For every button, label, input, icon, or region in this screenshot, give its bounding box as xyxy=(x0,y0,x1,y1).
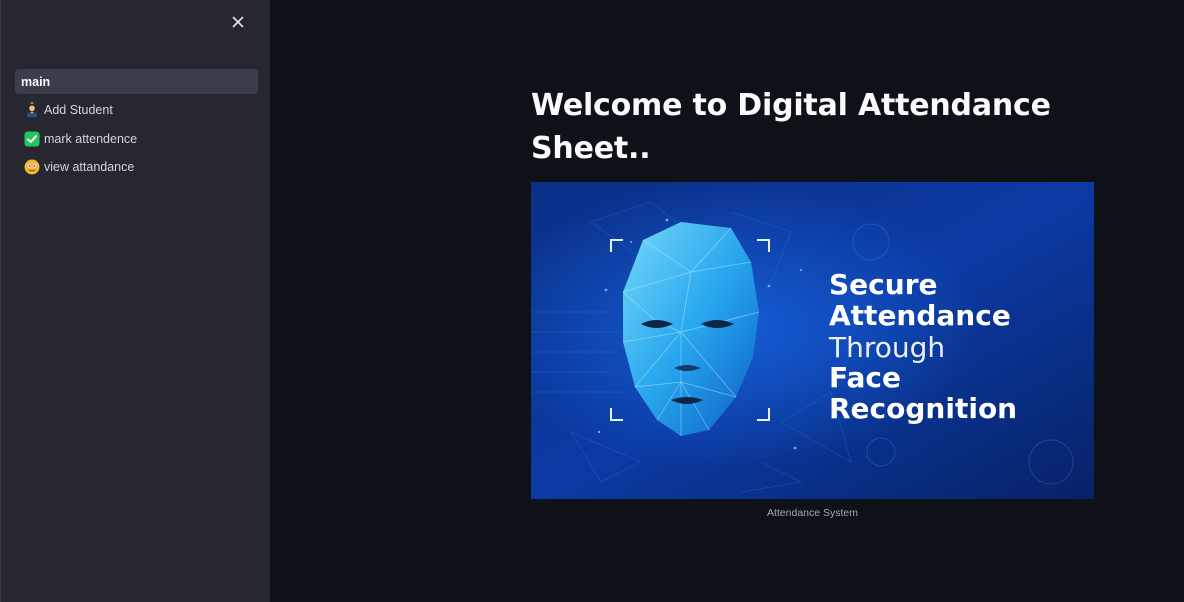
page-title: Welcome to Digital Attendance Sheet.. xyxy=(531,88,1051,166)
page-navigation: main Add Student mark attendence view at… xyxy=(15,69,258,183)
nav-item-view-attandance[interactable]: view attandance xyxy=(15,155,258,180)
nav-item-main[interactable]: main xyxy=(15,69,258,94)
sidebar: main Add Student mark attendence view at… xyxy=(0,0,270,602)
nav-item-label: Add Student xyxy=(44,103,113,117)
hero-line-4: Face xyxy=(829,361,901,394)
nav-item-mark-attendence[interactable]: mark attendence xyxy=(15,126,258,151)
student-icon xyxy=(24,102,40,118)
nav-item-label: mark attendence xyxy=(44,131,138,146)
main-content: Welcome to Digital Attendance Sheet.. Se… xyxy=(270,0,1184,602)
smiley-icon xyxy=(24,159,40,175)
image-caption: Attendance System xyxy=(766,507,859,519)
nav-item-label: view attandance xyxy=(44,160,135,174)
nav-item-label: main xyxy=(21,74,51,89)
app: main Add Student mark attendence view at… xyxy=(0,0,1184,602)
hero-image: Secure Attendance Through Face Recogniti… xyxy=(531,182,1094,499)
hero-line-3: Through xyxy=(828,331,945,364)
close-icon xyxy=(232,16,244,28)
check-icon xyxy=(24,131,40,147)
hero-line-2: Attendance xyxy=(829,299,1011,332)
hero-line-1: Secure xyxy=(829,268,938,301)
nav-item-add-student[interactable]: Add Student xyxy=(15,98,258,123)
close-sidebar-button[interactable] xyxy=(228,12,248,32)
hero-line-5: Recognition xyxy=(829,392,1017,425)
